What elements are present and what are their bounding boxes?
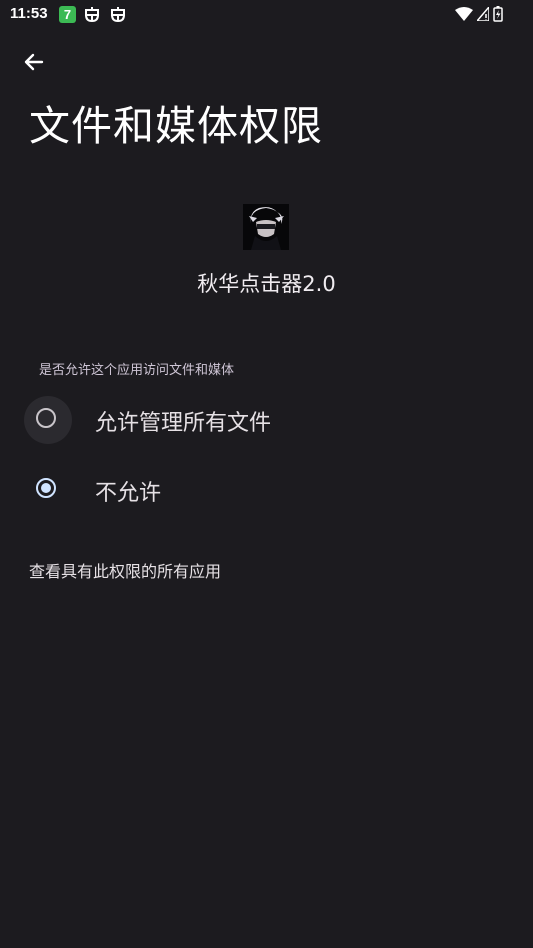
option-allow-all-files[interactable]: 允许管理所有文件 [20,396,510,452]
radio-button-selected[interactable] [36,478,56,498]
app-name: 秋华点击器2.0 [197,272,336,296]
option-label: 允许管理所有文件 [95,411,272,436]
radio-ripple [24,396,72,444]
option-deny[interactable]: 不允许 [20,466,510,522]
permission-question: 是否允许这个应用访问文件和媒体 [39,363,235,378]
option-label: 不允许 [95,481,162,506]
bug-icon [111,7,125,23]
page-title: 文件和媒体权限 [29,102,323,150]
status-bar: 11:53 7 [0,0,533,30]
radio-button-unselected[interactable] [36,408,56,428]
app-notification-icon: 7 [59,5,76,23]
bug-icon [85,7,99,23]
notification-icons: 7 [59,5,128,23]
system-icons [455,6,503,22]
app-icon [243,204,289,250]
back-button[interactable] [18,46,50,78]
radio-ripple [24,466,72,514]
view-all-apps-link[interactable]: 查看具有此权限的所有应用 [29,558,221,582]
signal-icon [477,7,489,21]
arrow-back-icon [24,53,44,71]
battery-icon [493,6,503,22]
status-time: 11:53 [10,5,48,22]
wifi-icon [455,7,473,21]
